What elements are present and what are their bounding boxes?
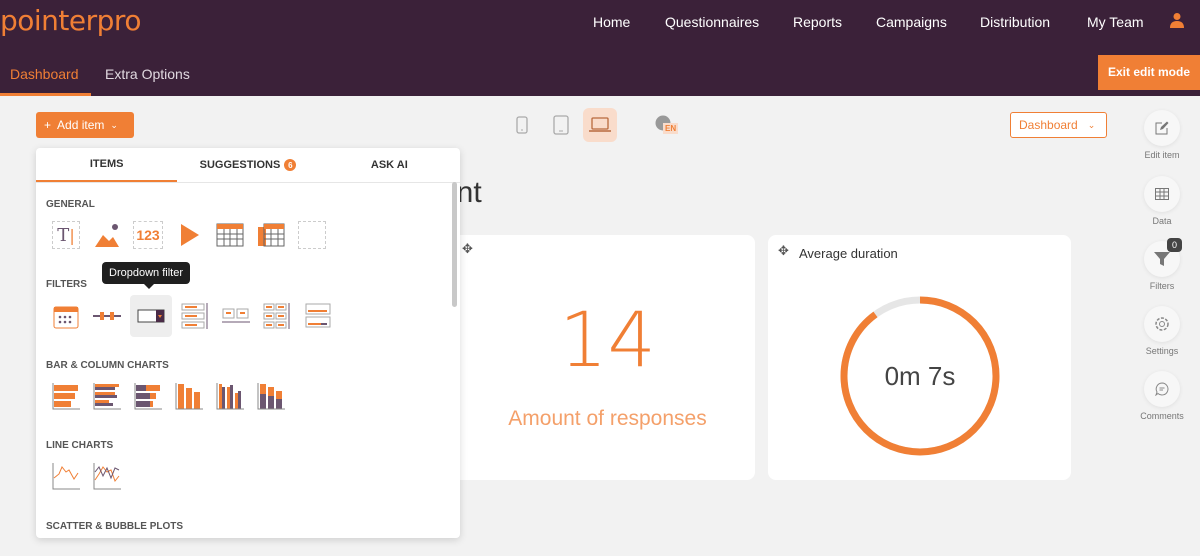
nav-home[interactable]: Home xyxy=(593,14,630,30)
tablet-icon xyxy=(553,115,569,135)
dashboard-select-value: Dashboard xyxy=(1019,118,1078,132)
slider-filter-icon[interactable] xyxy=(89,298,125,334)
move-handle-icon[interactable]: ✥ xyxy=(462,241,473,257)
responses-value: 14 xyxy=(559,295,656,384)
add-item-panel: ITEMS SUGGESTIONS 6 ASK AI GENERAL T | 123… xyxy=(36,148,460,538)
sidebar-comments[interactable]: Comments xyxy=(1140,371,1184,421)
stacked-bar-chart-icon[interactable] xyxy=(130,378,166,414)
section-line-charts: LINE CHARTS xyxy=(46,440,114,451)
grouped-column-chart-icon[interactable] xyxy=(212,378,248,414)
top-header: pointerpro Home Questionnaires Reports C… xyxy=(0,0,1200,96)
multi-line-chart-icon[interactable] xyxy=(89,458,125,494)
bar-chart-icon[interactable] xyxy=(48,378,84,414)
section-general: GENERAL xyxy=(46,199,95,210)
dropdown-filter-icon[interactable] xyxy=(130,295,172,337)
range-filter-icon[interactable] xyxy=(300,298,336,334)
table-item-icon[interactable] xyxy=(212,217,248,253)
image-item-icon[interactable] xyxy=(89,217,125,253)
language-code: EN xyxy=(663,123,679,134)
chevron-down-icon: ⌄ xyxy=(110,119,118,130)
tab-ask-ai[interactable]: ASK AI xyxy=(319,148,460,182)
logo[interactable]: pointerpro xyxy=(0,4,141,37)
nav-my-team[interactable]: My Team xyxy=(1087,14,1144,30)
dashboard-select[interactable]: Dashboard ⌄ xyxy=(1010,112,1107,138)
date-filter-icon[interactable] xyxy=(48,298,84,334)
nav-questionnaires[interactable]: Questionnaires xyxy=(665,14,759,30)
section-bar-column-charts: BAR & COLUMN CHARTS xyxy=(46,360,169,371)
line-chart-icon[interactable] xyxy=(48,458,84,494)
add-item-button[interactable]: + Add item ⌄ xyxy=(36,112,134,138)
comment-icon xyxy=(1155,382,1169,396)
multi-table-item-icon[interactable] xyxy=(253,217,289,253)
suggestions-badge: 6 xyxy=(284,159,297,171)
grid-filter-icon[interactable] xyxy=(259,298,295,334)
section-filters: FILTERS xyxy=(46,279,87,290)
average-duration-card[interactable]: ✥ Average duration 0m 7s xyxy=(768,235,1071,480)
move-handle-icon[interactable]: ✥ xyxy=(778,243,789,259)
sidebar-settings[interactable]: Settings xyxy=(1143,306,1181,356)
laptop-icon xyxy=(589,117,611,132)
edit-icon xyxy=(1155,121,1169,135)
user-icon[interactable] xyxy=(1170,12,1184,28)
responses-card[interactable]: ✥ 14 Amount of responses xyxy=(440,235,755,480)
tooltip: Dropdown filter xyxy=(102,262,190,289)
tab-items[interactable]: ITEMS xyxy=(36,148,178,182)
filter-icon xyxy=(1154,252,1170,266)
video-item-icon[interactable] xyxy=(171,217,207,253)
sidebar-data[interactable]: Data xyxy=(1143,176,1181,226)
nav-reports[interactable]: Reports xyxy=(793,14,842,30)
card-title: Average duration xyxy=(799,246,898,261)
tablet-view-button[interactable] xyxy=(544,108,578,142)
table-icon xyxy=(1155,188,1169,200)
stacked-column-chart-icon[interactable] xyxy=(253,378,289,414)
column-chart-icon[interactable] xyxy=(171,378,207,414)
exit-edit-mode-button[interactable]: Exit edit mode xyxy=(1098,55,1200,90)
nav-distribution[interactable]: Distribution xyxy=(980,14,1050,30)
sidebar-filters[interactable]: 0 Filters xyxy=(1143,238,1183,291)
buttons-filter-icon[interactable] xyxy=(218,298,254,334)
panel-scrollbar[interactable] xyxy=(452,182,457,307)
mobile-view-button[interactable] xyxy=(505,108,539,142)
list-filter-icon[interactable] xyxy=(177,298,213,334)
nav-campaigns[interactable]: Campaigns xyxy=(876,14,947,30)
tab-dashboard[interactable]: Dashboard xyxy=(0,66,91,96)
gear-icon xyxy=(1155,317,1169,331)
duration-value: 0m 7s xyxy=(884,361,956,391)
number-item-icon[interactable]: 123 xyxy=(130,217,166,253)
desktop-view-button[interactable] xyxy=(583,108,617,142)
tab-suggestions[interactable]: SUGGESTIONS 6 xyxy=(177,148,318,182)
add-item-label: Add item xyxy=(57,118,105,132)
section-scatter-bubble-plots: SCATTER & BUBBLE PLOTS xyxy=(46,521,184,532)
responses-label: Amount of responses xyxy=(508,407,707,430)
text-item-icon[interactable]: T | xyxy=(48,217,84,253)
phone-icon xyxy=(516,116,528,134)
plus-icon: + xyxy=(44,118,52,132)
filters-badge: 0 xyxy=(1167,238,1183,252)
language-selector[interactable]: EN xyxy=(655,115,679,136)
chevron-down-icon: ⌄ xyxy=(1087,119,1096,130)
tab-extra-options[interactable]: Extra Options xyxy=(105,66,190,96)
sidebar-edit-item[interactable]: Edit item xyxy=(1143,110,1181,160)
grouped-bar-chart-icon[interactable] xyxy=(89,378,125,414)
empty-item-icon[interactable] xyxy=(294,217,330,253)
